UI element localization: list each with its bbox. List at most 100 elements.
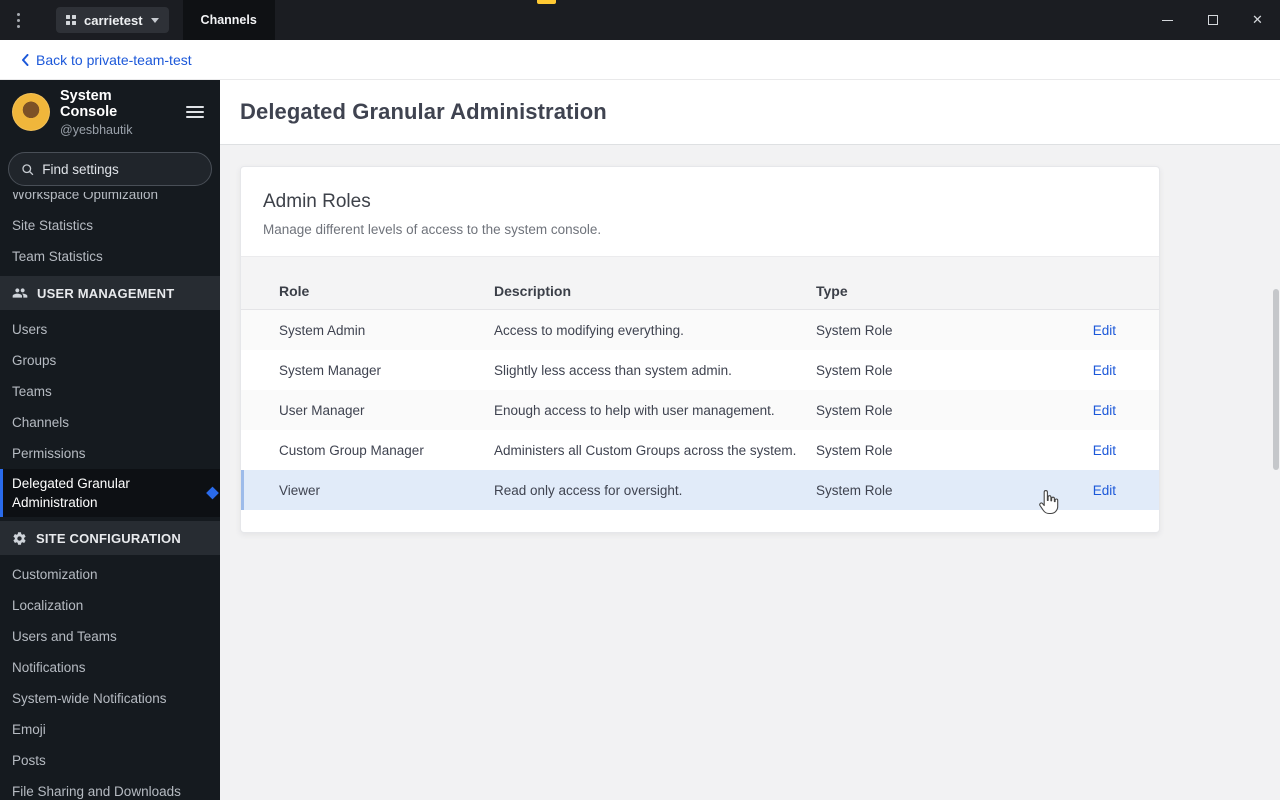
sidebar-item-team-statistics[interactable]: Team Statistics	[0, 241, 220, 272]
page-title: Delegated Granular Administration	[240, 99, 607, 125]
type-cell: System Role	[816, 323, 1056, 338]
sidebar-search-area	[0, 144, 220, 192]
role-cell: Viewer	[279, 483, 494, 498]
tab-channels[interactable]: Channels	[183, 0, 275, 40]
console-title: System Console	[60, 88, 172, 120]
sidebar-item-delegated-granular-administration[interactable]: Delegated Granular Administration	[0, 469, 220, 517]
sidebar-item-localization[interactable]: Localization	[0, 590, 220, 621]
sidebar-item-label: Customization	[12, 567, 98, 582]
sidebar-item-emoji[interactable]: Emoji	[0, 714, 220, 745]
edit-link[interactable]: Edit	[1093, 323, 1116, 338]
main-header: Delegated Granular Administration	[220, 80, 1280, 145]
avatar	[12, 93, 50, 131]
sidebar-item-label: Groups	[12, 353, 56, 368]
people-icon	[12, 285, 28, 301]
table-body: System AdminAccess to modifying everythi…	[241, 310, 1159, 510]
table-row: User ManagerEnough access to help with u…	[241, 390, 1159, 430]
sidebar-item-posts[interactable]: Posts	[0, 745, 220, 776]
sidebar-item-users[interactable]: Users	[0, 314, 220, 345]
back-link[interactable]: Back to private-team-test	[21, 52, 192, 68]
main-content: Admin Roles Manage different levels of a…	[220, 145, 1280, 800]
chevron-down-icon	[151, 18, 159, 23]
sidebar-item-users-and-teams[interactable]: Users and Teams	[0, 621, 220, 652]
maximize-button[interactable]	[1190, 0, 1235, 40]
column-description: Description	[494, 283, 816, 299]
hamburger-icon[interactable]	[182, 102, 208, 122]
edit-link[interactable]: Edit	[1093, 443, 1116, 458]
sidebar-item-label: Localization	[12, 598, 83, 613]
sidebar-item-system-wide-notifications[interactable]: System-wide Notifications	[0, 683, 220, 714]
sidebar-item-site-statistics[interactable]: Site Statistics	[0, 210, 220, 241]
sidebar-item-label: Channels	[12, 415, 69, 430]
grid-icon	[66, 15, 76, 25]
type-cell: System Role	[816, 443, 1056, 458]
type-cell: System Role	[816, 363, 1056, 378]
table-row: Custom Group ManagerAdministers all Cust…	[241, 430, 1159, 470]
sidebar: System Console @yesbhautik Workspace Opt…	[0, 80, 220, 800]
kebab-menu-icon[interactable]	[0, 13, 36, 28]
sidebar-top-items: Workspace OptimizationSite StatisticsTea…	[0, 179, 220, 272]
gear-icon	[12, 531, 27, 546]
server-selector[interactable]: carrietest	[56, 7, 169, 33]
section-items: Customization Localization Users and Teams…	[0, 555, 220, 800]
section-items: Users Groups Teams Channels Permissions Deleg…	[0, 310, 220, 517]
card-description: Manage different levels of access to the…	[241, 222, 1159, 237]
description-cell: Access to modifying everything.	[494, 323, 816, 338]
minimize-icon	[1162, 20, 1173, 21]
table-header: Role Description Type	[241, 256, 1159, 310]
chevron-left-icon	[21, 54, 29, 66]
server-name: carrietest	[84, 13, 143, 28]
sidebar-item-label: Users and Teams	[12, 629, 117, 644]
edit-link[interactable]: Edit	[1093, 483, 1116, 498]
sidebar-item-label: Users	[12, 322, 47, 337]
minimize-button[interactable]	[1145, 0, 1190, 40]
sidebar-item-file-sharing-and-downloads[interactable]: File Sharing and Downloads	[0, 776, 220, 800]
search-input[interactable]	[42, 162, 199, 177]
column-role: Role	[279, 283, 494, 299]
role-cell: System Admin	[279, 323, 494, 338]
table-row: ViewerRead only access for oversight.Sys…	[241, 470, 1159, 510]
sidebar-item-groups[interactable]: Groups	[0, 345, 220, 376]
back-link-label: Back to private-team-test	[36, 52, 192, 68]
search-box[interactable]	[8, 152, 212, 186]
sidebar-nav: Workspace OptimizationSite StatisticsTea…	[0, 179, 220, 800]
type-cell: System Role	[816, 403, 1056, 418]
titlebar: carrietest Channels ✕	[0, 0, 1280, 40]
description-cell: Read only access for oversight.	[494, 483, 816, 498]
close-icon: ✕	[1252, 12, 1263, 28]
description-cell: Slightly less access than system admin.	[494, 363, 816, 378]
role-cell: System Manager	[279, 363, 494, 378]
sidebar-header-text: System Console @yesbhautik	[60, 88, 172, 137]
diamond-pointer-icon	[206, 487, 219, 500]
edit-link[interactable]: Edit	[1093, 363, 1116, 378]
admin-roles-card: Admin Roles Manage different levels of a…	[240, 166, 1160, 533]
sidebar-item-label: Posts	[12, 753, 46, 768]
sidebar-item-channels[interactable]: Channels	[0, 407, 220, 438]
window-controls: ✕	[1145, 0, 1280, 40]
table-row: System ManagerSlightly less access than …	[241, 350, 1159, 390]
description-cell: Administers all Custom Groups across the…	[494, 443, 816, 458]
console-username: @yesbhautik	[60, 123, 172, 137]
section-header-user-management: USER MANAGEMENT	[0, 276, 220, 310]
notification-notch	[537, 0, 556, 4]
edit-link[interactable]: Edit	[1093, 403, 1116, 418]
sidebar-item-label: Delegated Granular Administration	[12, 474, 187, 512]
sidebar-item-label: Notifications	[12, 660, 86, 675]
sidebar-item-label: Permissions	[12, 446, 86, 461]
sidebar-item-label: File Sharing and Downloads	[12, 784, 181, 799]
section-label: SITE CONFIGURATION	[36, 531, 181, 546]
column-type: Type	[816, 283, 1056, 299]
role-cell: User Manager	[279, 403, 494, 418]
sidebar-item-permissions[interactable]: Permissions	[0, 438, 220, 469]
sidebar-sections: USER MANAGEMENT Users Groups Teams Channels P…	[0, 276, 220, 800]
scrollbar-thumb[interactable]	[1273, 289, 1279, 470]
sidebar-item-label: Site Statistics	[12, 218, 93, 233]
card-heading: Admin Roles	[241, 191, 1159, 213]
sidebar-header: System Console @yesbhautik	[0, 80, 220, 144]
sidebar-item-customization[interactable]: Customization	[0, 559, 220, 590]
sidebar-item-label: Teams	[12, 384, 52, 399]
sidebar-item-notifications[interactable]: Notifications	[0, 652, 220, 683]
section-label: USER MANAGEMENT	[37, 286, 174, 301]
sidebar-item-teams[interactable]: Teams	[0, 376, 220, 407]
close-button[interactable]: ✕	[1235, 0, 1280, 40]
